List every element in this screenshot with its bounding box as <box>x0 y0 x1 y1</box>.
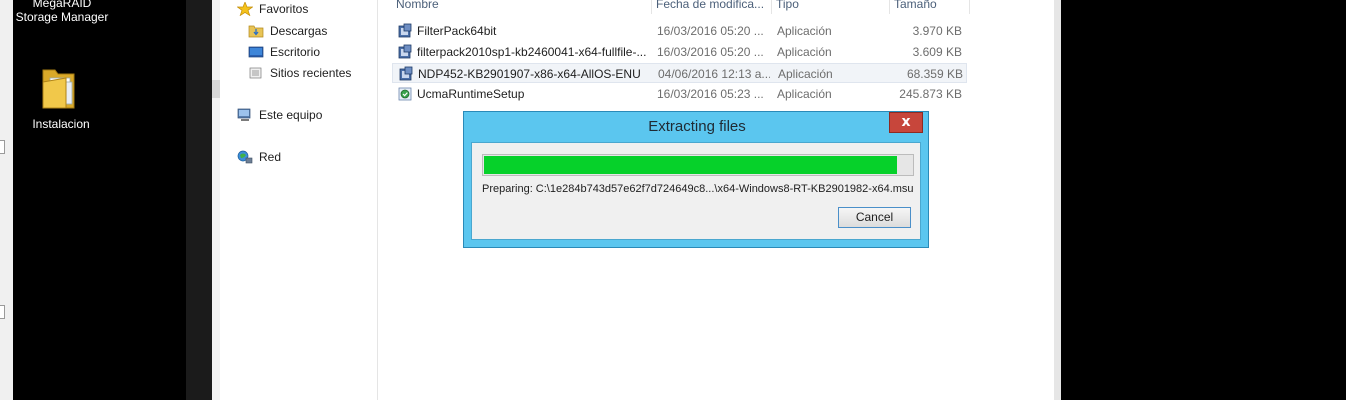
extracting-files-dialog: Extracting files x Preparing: C:\1e284b7… <box>463 111 929 248</box>
file-row[interactable]: FilterPack64bit 16/03/2016 05:20 ... Apl… <box>392 21 967 41</box>
file-size: 3.970 KB <box>912 24 962 38</box>
background-window-control <box>0 305 5 319</box>
nav-item-sitios-recientes[interactable]: Sitios recientes <box>248 64 351 82</box>
file-row-selected[interactable]: NDP452-KB2901907-x86-x64-AllOS-ENU 04/06… <box>392 63 967 83</box>
setup-icon <box>397 86 413 102</box>
star-icon <box>236 1 254 17</box>
column-header-nombre[interactable]: Nombre <box>392 0 652 14</box>
nav-item-label: Escritorio <box>270 45 321 59</box>
close-icon: x <box>901 114 911 130</box>
nav-item-red[interactable]: Red <box>237 148 281 166</box>
column-headers: Nombre Fecha de modifica... Tipo Tamaño <box>378 0 970 14</box>
explorer-window-border <box>212 0 220 400</box>
navigation-pane: Favoritos Descargas Escritorio Sitios re… <box>220 0 378 400</box>
column-header-tamano[interactable]: Tamaño <box>890 0 970 14</box>
nav-item-este-equipo[interactable]: Este equipo <box>237 106 322 124</box>
dialog-body: Preparing: C:\1e284b743d57e62f7d724649c8… <box>471 142 921 240</box>
installer-icon <box>398 66 414 82</box>
file-date: 16/03/2016 05:20 ... <box>657 24 764 38</box>
nav-item-label: Este equipo <box>259 108 323 122</box>
nav-item-favoritos[interactable]: Favoritos <box>236 0 309 18</box>
desktop-icon-megaraid-label[interactable]: MegaRAID Storage Manager <box>14 0 110 24</box>
desktop-background <box>1061 0 1346 400</box>
file-name: FilterPack64bit <box>417 24 497 38</box>
file-name: NDP452-KB2901907-x86-x64-AllOS-ENU <box>418 67 641 81</box>
network-icon <box>237 150 253 164</box>
installer-icon <box>397 44 413 60</box>
nav-item-descargas[interactable]: Descargas <box>248 22 327 40</box>
progress-bar-fill <box>484 156 897 174</box>
desktop-icon-instalacion-label[interactable]: Instalacion <box>22 117 100 131</box>
file-size: 245.873 KB <box>899 87 962 101</box>
recent-places-icon <box>248 66 264 80</box>
nav-item-label: Red <box>259 150 282 164</box>
background-window-control <box>0 140 5 154</box>
explorer-window-border <box>1054 0 1061 400</box>
file-type: Aplicación <box>777 87 832 101</box>
file-type: Aplicación <box>777 45 832 59</box>
computer-icon <box>237 108 253 122</box>
desktop-icon <box>248 45 264 59</box>
file-size: 3.609 KB <box>912 45 962 59</box>
file-type: Aplicación <box>778 67 833 81</box>
column-header-fecha[interactable]: Fecha de modifica... <box>652 0 772 14</box>
file-row[interactable]: filterpack2010sp1-kb2460041-x64-fullfile… <box>392 42 967 62</box>
nav-item-label: Descargas <box>270 24 328 38</box>
cancel-button[interactable]: Cancel <box>838 207 911 228</box>
progress-status-text: Preparing: C:\1e284b743d57e62f7d724649c8… <box>482 183 914 195</box>
splitter-handle[interactable] <box>212 80 220 98</box>
file-date: 16/03/2016 05:23 ... <box>657 87 764 101</box>
nav-item-escritorio[interactable]: Escritorio <box>248 43 320 61</box>
desktop-background <box>186 0 212 400</box>
file-date: 04/06/2016 12:13 a... <box>658 67 770 81</box>
dialog-title: Extracting files <box>648 118 746 135</box>
folder-icon[interactable] <box>40 64 80 112</box>
file-name: filterpack2010sp1-kb2460041-x64-fullfile… <box>417 45 647 59</box>
file-type: Aplicación <box>777 24 832 38</box>
file-size: 68.359 KB <box>906 67 963 81</box>
column-header-tipo[interactable]: Tipo <box>772 0 890 14</box>
close-button[interactable]: x <box>889 112 923 133</box>
nav-item-label: Sitios recientes <box>270 66 352 80</box>
file-row[interactable]: UcmaRuntimeSetup 16/03/2016 05:23 ... Ap… <box>392 84 967 104</box>
downloads-folder-icon <box>248 24 264 38</box>
file-name: UcmaRuntimeSetup <box>417 87 525 101</box>
nav-item-label: Favoritos <box>259 2 309 16</box>
file-date: 16/03/2016 05:20 ... <box>657 45 764 59</box>
progress-bar <box>482 154 914 176</box>
installer-icon <box>397 23 413 39</box>
background-window-edge <box>0 0 13 400</box>
